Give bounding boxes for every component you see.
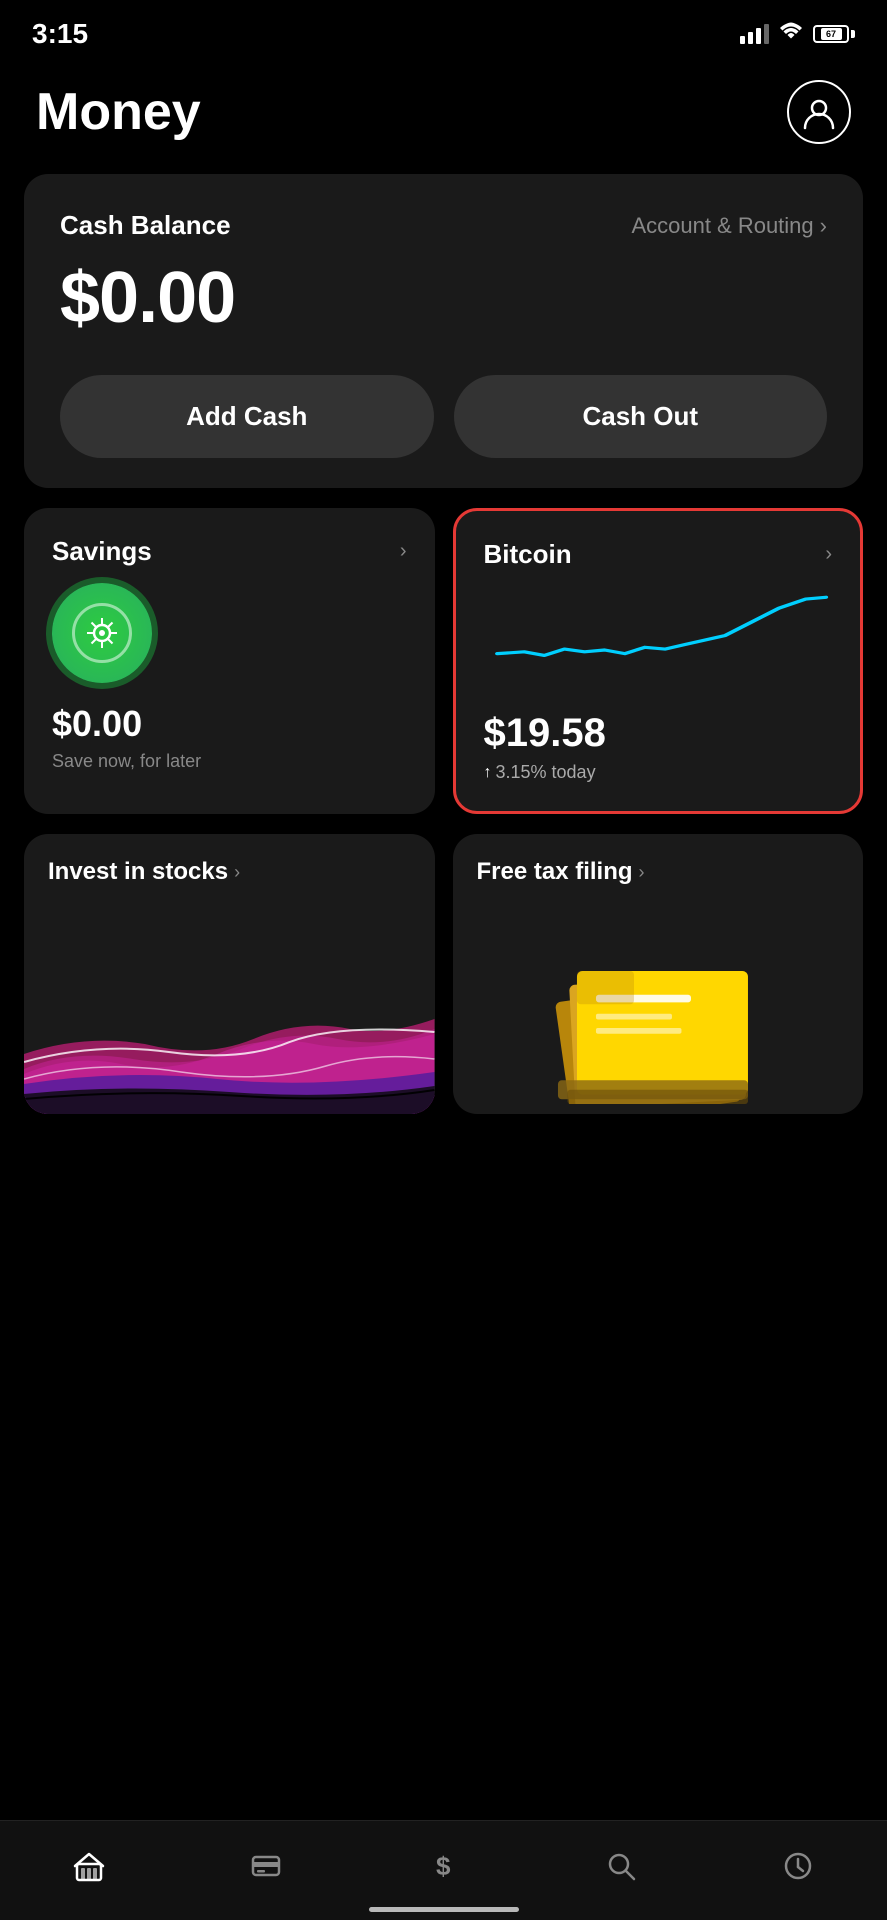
bottom-cards-grid: Invest in stocks › (24, 834, 863, 1114)
status-time: 3:15 (32, 18, 88, 50)
status-bar: 3:15 67 (0, 0, 887, 60)
cash-out-button[interactable]: Cash Out (454, 375, 828, 458)
battery-icon: 67 (813, 25, 855, 43)
top-cards-grid: Savings › (24, 508, 863, 814)
invest-card-title: Invest in stocks (48, 858, 228, 886)
tax-card[interactable]: Free tax filing › (453, 834, 864, 1114)
tax-chevron-icon: › (639, 862, 645, 883)
cash-balance-card: Cash Balance Account & Routing › $0.00 A… (24, 174, 863, 488)
savings-amount: $0.00 (52, 703, 407, 745)
nav-item-cash[interactable]: $ (427, 1850, 459, 1882)
savings-subtitle: Save now, for later (52, 751, 407, 772)
page-title: Money (36, 82, 201, 142)
bitcoin-change: ↑ 3.15% today (484, 762, 833, 783)
dollar-icon: $ (427, 1850, 459, 1882)
cash-balance-amount: $0.00 (60, 257, 827, 339)
bitcoin-chevron-icon: › (825, 543, 832, 566)
bitcoin-chart (484, 590, 833, 690)
savings-chevron-icon: › (400, 540, 407, 563)
status-icons: 67 (740, 22, 855, 46)
account-routing-link[interactable]: Account & Routing › (631, 213, 827, 239)
main-content: Cash Balance Account & Routing › $0.00 A… (0, 174, 887, 1114)
cash-actions: Add Cash Cash Out (60, 375, 827, 458)
bottom-nav: $ (0, 1820, 887, 1920)
svg-text:$: $ (436, 1851, 451, 1881)
invest-chevron-icon: › (234, 862, 240, 883)
bitcoin-card-title: Bitcoin (484, 539, 572, 570)
wifi-icon (779, 22, 803, 46)
profile-button[interactable] (787, 80, 851, 144)
nav-item-card[interactable] (250, 1850, 282, 1882)
home-indicator (369, 1907, 519, 1912)
tax-illustration (453, 914, 864, 1114)
nav-item-home[interactable] (73, 1850, 105, 1882)
add-cash-button[interactable]: Add Cash (60, 375, 434, 458)
bitcoin-amount: $19.58 (484, 711, 833, 756)
savings-card-title: Savings (52, 536, 152, 567)
home-icon (73, 1850, 105, 1882)
page-header: Money (0, 60, 887, 174)
bitcoin-change-text: 3.15% today (496, 762, 596, 783)
savings-icon (52, 583, 152, 683)
savings-card[interactable]: Savings › (24, 508, 435, 814)
invest-card[interactable]: Invest in stocks › (24, 834, 435, 1114)
bitcoin-up-arrow-icon: ↑ (484, 764, 492, 782)
tax-card-title: Free tax filing (477, 858, 633, 886)
account-routing-chevron-icon: › (820, 213, 827, 239)
cash-balance-label: Cash Balance (60, 210, 231, 241)
search-icon (605, 1850, 637, 1882)
card-icon (250, 1850, 282, 1882)
account-routing-text: Account & Routing (631, 213, 813, 239)
nav-item-search[interactable] (605, 1850, 637, 1882)
clock-icon (782, 1850, 814, 1882)
nav-item-activity[interactable] (782, 1850, 814, 1882)
bitcoin-card[interactable]: Bitcoin › $19.58 ↑ 3.15% today (453, 508, 864, 814)
signal-bars-icon (740, 24, 769, 44)
stocks-illustration (24, 914, 435, 1114)
